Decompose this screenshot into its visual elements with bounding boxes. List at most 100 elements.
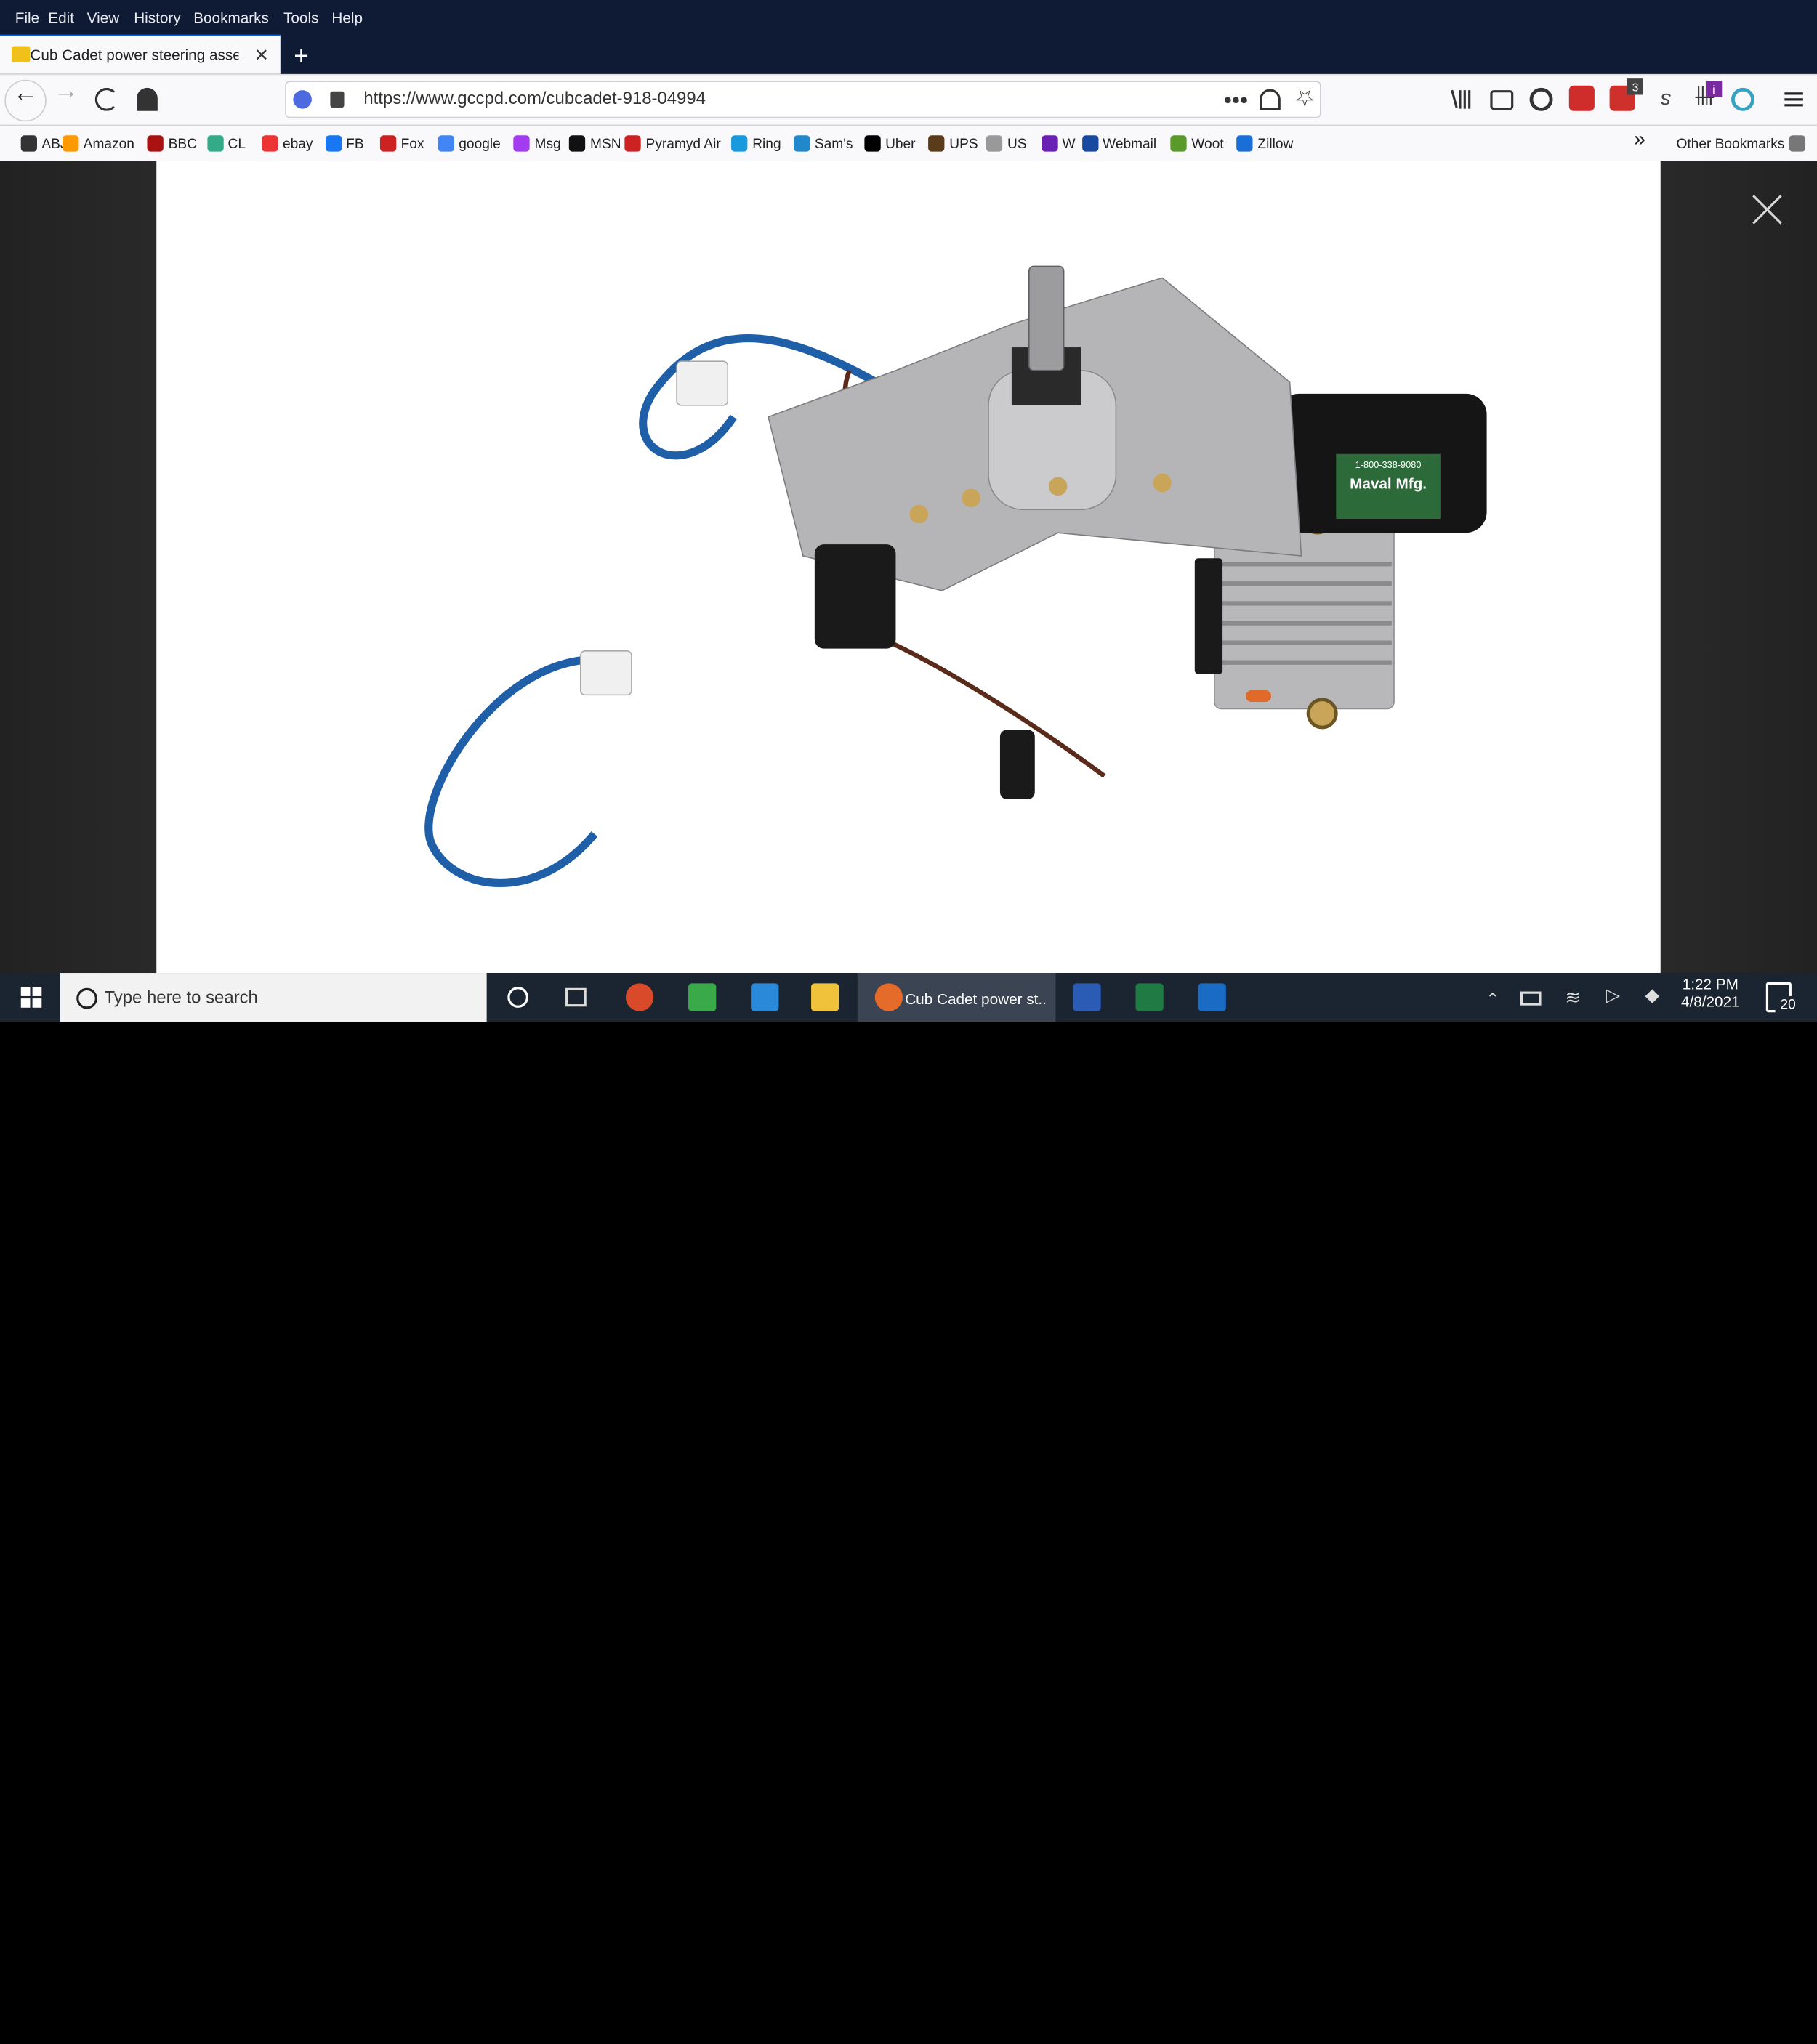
bookmark-label: BBC [168, 135, 198, 152]
library-icon[interactable] [1450, 88, 1473, 111]
taskbar-window-title: Cub Cadet power st... [905, 990, 1047, 1009]
new-tab-button[interactable]: + [287, 41, 315, 70]
shield-icon[interactable] [137, 88, 158, 112]
bookmark-fox[interactable]: Fox [379, 135, 424, 152]
bookmark-w[interactable]: W [1041, 135, 1076, 152]
bookmark-webmail[interactable]: Webmail [1081, 135, 1157, 152]
firefox-icon [874, 983, 903, 1011]
menu-history[interactable]: History [134, 9, 180, 27]
bookmark-label: Pyramyd Air [645, 135, 721, 152]
amazon-icon [63, 135, 79, 152]
tab-strip: ✕ ⧉ – + ✕ Cub Cadet power steering asse [0, 6, 1817, 75]
uber-icon [864, 135, 881, 152]
menu-edit[interactable]: Edit [48, 9, 74, 27]
lastpass-icon[interactable] [1568, 86, 1595, 112]
bookmark-cl[interactable]: CL [206, 135, 246, 152]
tab-active[interactable]: ✕ Cub Cadet power steering asse [0, 33, 281, 75]
bookmark-woot[interactable]: Woot [1170, 135, 1224, 152]
url-text: https://www.gccpd.com/cubcadet-918-04994 [363, 89, 706, 109]
pocket-icon[interactable] [1260, 89, 1281, 110]
dropbox-icon[interactable]: ◆ [1645, 986, 1660, 1009]
bookmark-ebay[interactable]: ebay [262, 135, 313, 152]
bookmark-star-icon[interactable]: ☆ [1294, 84, 1316, 113]
ups-icon [928, 135, 945, 152]
back-button[interactable]: → [4, 80, 47, 122]
bookmark-label: Amazon [83, 135, 134, 152]
app-dragon-icon[interactable] [688, 983, 717, 1011]
bookmark-fb[interactable]: FB [325, 135, 364, 152]
lock-icon [330, 91, 345, 108]
webmail-icon [1081, 135, 1098, 152]
taskbar-firefox-window[interactable]: Cub Cadet power st... [857, 973, 1056, 1022]
bookmark-msn[interactable]: MSN [569, 135, 621, 152]
bookmark-pyramyd-air[interactable]: Pyramyd Air [624, 135, 721, 152]
bookmark-label: ebay [282, 135, 313, 152]
taskbar-search-box[interactable]: Type here to search [60, 973, 487, 1022]
bookmark-label: Fox [400, 135, 424, 152]
file-explorer-icon[interactable] [811, 983, 839, 1011]
bookmark-sam-s[interactable]: Sam's [794, 135, 853, 152]
forward-icon[interactable]: ← [53, 84, 78, 113]
taskbar-clock[interactable]: 1:22 PM 4/8/2021 [1675, 976, 1745, 1020]
show-hidden-icons[interactable]: ⌄ [1486, 988, 1499, 1009]
wifi-icon[interactable]: ≋ [1565, 986, 1580, 1009]
msn-icon [569, 135, 586, 152]
site-permission-icon[interactable] [293, 90, 312, 109]
menu-view[interactable]: View [87, 9, 120, 27]
bookmark-uber[interactable]: Uber [864, 135, 916, 152]
menu-help[interactable]: Help [331, 9, 363, 27]
bookmark-label: google [459, 135, 501, 152]
bookmark-label: Msg [534, 135, 561, 152]
bookmarks-toolbar: Other Bookmarks » ABJ Amazon BBC CL ebay FB Fo… [0, 125, 1817, 161]
bookmarks-overflow-button[interactable]: » [1634, 127, 1645, 151]
other-bookmarks[interactable]: Other Bookmarks [1676, 135, 1806, 152]
bookmark-zillow[interactable]: Zillow [1236, 135, 1294, 152]
windows-start-icon[interactable] [20, 987, 42, 1009]
volume-icon[interactable]: ◁ [1606, 986, 1620, 1009]
bookmark-bbc[interactable]: BBC [147, 135, 198, 152]
word-icon[interactable] [1073, 983, 1101, 1011]
w-icon [1041, 135, 1058, 152]
address-bar[interactable]: ••• ☆ https://www.gccpd.com/cubcadet-918… [285, 81, 1321, 118]
reload-icon[interactable] [94, 88, 118, 112]
bookmark-ring[interactable]: Ring [731, 135, 781, 152]
cortana-icon[interactable] [507, 987, 529, 1009]
sidebar-icon[interactable] [1490, 90, 1514, 110]
bookmark-label: MSN [590, 135, 621, 152]
bookmark-label: FB [346, 135, 364, 152]
extension-ring-icon[interactable] [1731, 88, 1754, 112]
task-view-icon[interactable] [565, 988, 587, 1007]
excel-icon[interactable] [1135, 983, 1164, 1011]
bookmark-abj[interactable]: ABJ [20, 135, 67, 152]
google-icon [438, 135, 454, 152]
menu-hamburger-icon[interactable] [1782, 88, 1805, 111]
woot-icon [1170, 135, 1187, 152]
close-viewer-icon[interactable] [1750, 193, 1785, 227]
search-placeholder: Type here to search [104, 988, 258, 1009]
bookmark-msg[interactable]: Msg [513, 135, 561, 152]
fox-icon [379, 135, 397, 152]
bookmark-label: Webmail [1103, 135, 1157, 152]
bookmark-amazon[interactable]: Amazon [63, 135, 134, 152]
extension-s-icon[interactable]: s [1661, 88, 1671, 113]
windows-taskbar: Type here to search Cub Cadet power st..… [0, 973, 1817, 1022]
bookmark-label: Sam's [814, 135, 853, 152]
account-icon[interactable] [1529, 88, 1553, 112]
ring-icon [731, 135, 748, 152]
bookmark-ups[interactable]: UPS [928, 135, 978, 152]
sams-icon [794, 135, 810, 152]
bookmark-label: CL [227, 135, 246, 152]
outlook-icon[interactable] [1198, 983, 1226, 1011]
bookmark-google[interactable]: google [438, 135, 501, 152]
tab-close-button[interactable]: ✕ [254, 44, 269, 65]
bookmark-label: Zillow [1257, 135, 1294, 152]
menu-tools[interactable]: Tools [283, 9, 318, 27]
menu-file[interactable]: File [15, 9, 39, 27]
photos-app-icon[interactable] [751, 983, 779, 1011]
more-actions-icon[interactable]: ••• [1224, 86, 1249, 113]
bookmark-us[interactable]: US [986, 135, 1027, 152]
snip-tool-icon[interactable] [625, 983, 654, 1011]
menu-bookmarks[interactable]: Bookmarks [193, 9, 269, 27]
pyramyd-icon [624, 135, 642, 152]
folder-icon [1789, 135, 1806, 152]
